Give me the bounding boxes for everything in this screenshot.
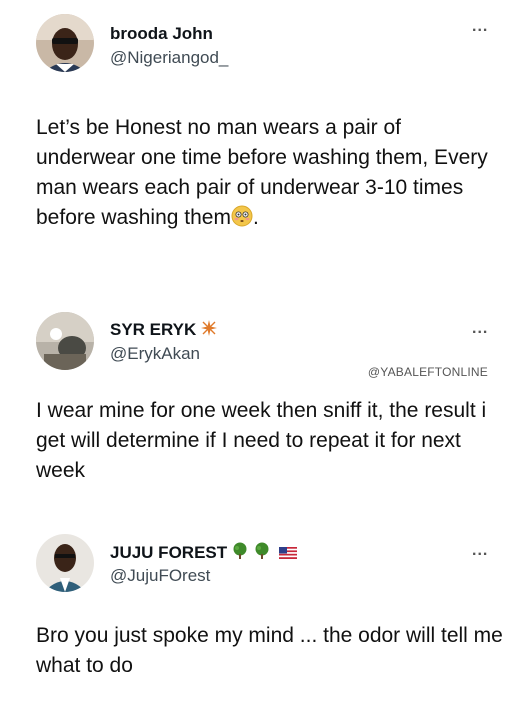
display-name[interactable]: brooda John [110,24,213,44]
more-options-icon[interactable]: ... [472,18,488,36]
display-name[interactable]: JUJU FOREST [110,542,298,565]
tweet-text: Bro you just spoke my mind ... the odor … [36,624,503,677]
tree-icon [231,542,249,565]
user-handle[interactable]: @ErykAkan [110,344,200,364]
sparkle-icon [200,319,218,342]
tweet-screenshot: brooda John @Nigeriangod_ ... Let’s be H… [0,0,530,720]
tweet-2: SYR ERYK @ErykAkan ... @YABALEFTONLINE I… [0,300,530,520]
avatar[interactable] [36,312,94,370]
display-name[interactable]: SYR ERYK [110,319,218,342]
display-name-text: SYR ERYK [110,319,197,339]
avatar[interactable] [36,14,94,72]
tweet-text-tail: . [252,206,259,229]
display-name-text: JUJU FOREST [110,542,228,562]
watermark: @YABALEFTONLINE [367,365,488,379]
tweet-text-content: Let’s be Honest no man wears a pair of u… [36,116,488,229]
more-options-icon[interactable]: ... [472,320,488,338]
more-options-icon[interactable]: ... [472,542,488,560]
tweet-text: I wear mine for one week then sniff it, … [36,399,487,482]
tree-icon [253,542,271,565]
us-flag-icon [279,544,298,564]
flushed-face-icon [231,205,253,236]
user-handle[interactable]: @JujuFOrest [110,566,210,586]
tweet-3: JUJU FOREST @JujuFOrest ... Bro you just… [0,520,530,720]
user-handle[interactable]: @Nigeriangod_ [110,48,228,68]
tweet-text: Let’s be Honest no man wears a pair of u… [36,113,506,236]
avatar[interactable] [36,534,94,592]
tweet-1: brooda John @Nigeriangod_ ... Let’s be H… [0,0,530,300]
